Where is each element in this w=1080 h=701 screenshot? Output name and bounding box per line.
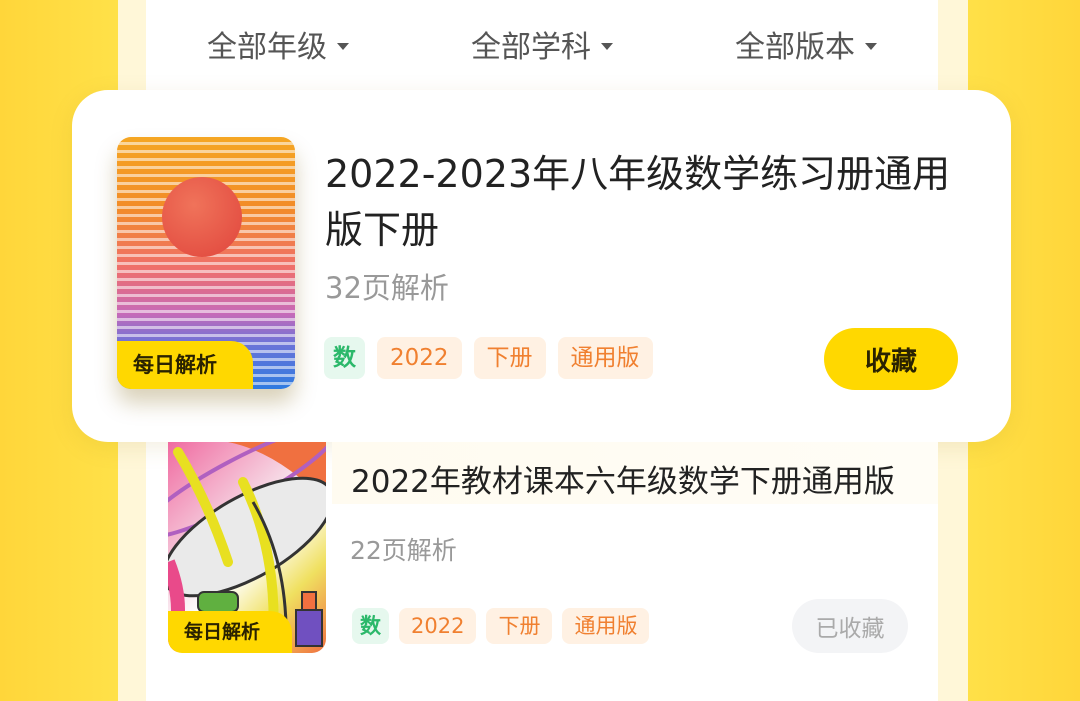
book-card-featured[interactable]: 每日解析 2022-2023年八年级数学练习册通用版下册 32页解析 数 202… bbox=[72, 90, 1011, 442]
filter-grade-label: 全部年级 bbox=[207, 30, 327, 65]
filter-edition-dropdown[interactable]: 全部版本 bbox=[735, 22, 877, 66]
tag-list: 数 2022 下册 通用版 bbox=[352, 608, 650, 644]
volume-tag: 下册 bbox=[486, 608, 553, 644]
page-count: 22页解析 bbox=[350, 536, 457, 565]
caret-down-icon bbox=[601, 42, 613, 50]
tag-list: 数 2022 下册 通用版 bbox=[324, 337, 653, 379]
filter-grade-dropdown[interactable]: 全部年级 bbox=[207, 22, 349, 66]
filter-bar: 全部年级 全部学科 全部版本 bbox=[146, 0, 938, 90]
filter-subject-label: 全部学科 bbox=[471, 30, 591, 65]
book-title[interactable]: 2022-2023年八年级数学练习册通用版下册 bbox=[325, 146, 965, 258]
daily-analysis-badge: 每日解析 bbox=[168, 611, 292, 653]
favorited-button[interactable]: 已收藏 bbox=[792, 599, 908, 653]
edition-tag: 通用版 bbox=[562, 608, 650, 644]
page-count: 32页解析 bbox=[325, 271, 449, 305]
filter-subject-dropdown[interactable]: 全部学科 bbox=[471, 22, 613, 66]
caret-down-icon bbox=[865, 42, 877, 50]
favorite-button[interactable]: 收藏 bbox=[824, 328, 958, 390]
cover-sun-art bbox=[162, 177, 242, 257]
year-tag: 2022 bbox=[399, 608, 477, 644]
caret-down-icon bbox=[337, 42, 349, 50]
subject-tag: 数 bbox=[352, 608, 389, 644]
edition-tag: 通用版 bbox=[557, 337, 653, 379]
daily-analysis-badge: 每日解析 bbox=[117, 341, 253, 389]
volume-tag: 下册 bbox=[473, 337, 546, 379]
book-title[interactable]: 2022年教材课本六年级数学下册通用版 bbox=[351, 460, 911, 504]
book-cover[interactable]: 每日解析 bbox=[117, 137, 295, 389]
subject-tag: 数 bbox=[324, 337, 365, 379]
book-cover[interactable]: 每日解析 bbox=[168, 442, 326, 653]
year-tag: 2022 bbox=[377, 337, 462, 379]
book-card[interactable]: 每日解析 2022年教材课本六年级数学下册通用版 22页解析 数 2022 下册… bbox=[146, 442, 938, 701]
filter-edition-label: 全部版本 bbox=[735, 30, 855, 65]
